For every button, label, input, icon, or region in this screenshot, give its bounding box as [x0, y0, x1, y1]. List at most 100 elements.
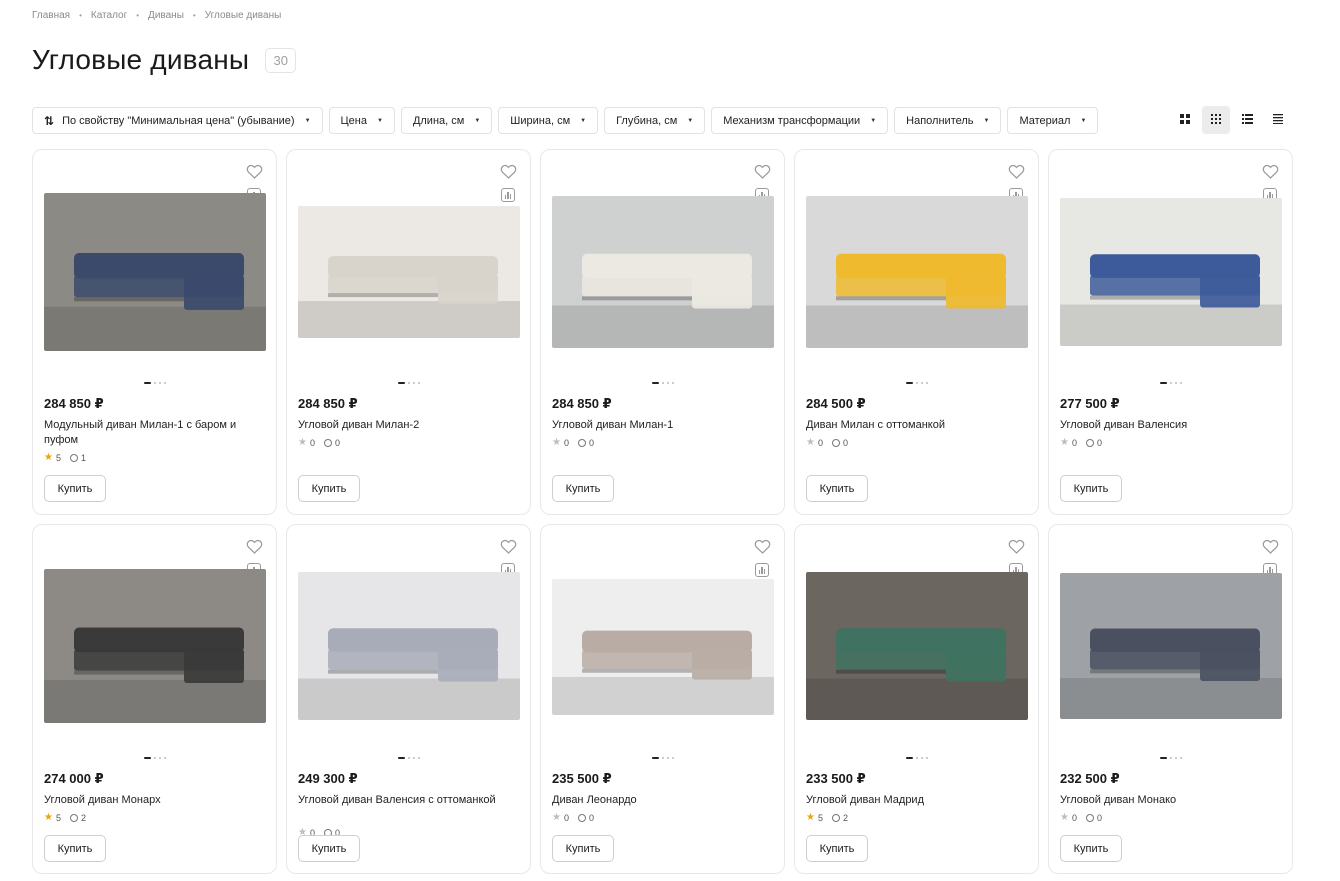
- buy-button[interactable]: Купить: [806, 835, 868, 862]
- buy-button[interactable]: Купить: [806, 475, 868, 502]
- product-image[interactable]: [806, 196, 1028, 348]
- reviews-count: 0: [842, 437, 848, 448]
- product-card[interactable]: 233 500 ₽ Угловой диван Мадрид ★ 5 2 Купить: [794, 524, 1039, 874]
- product-image[interactable]: [1060, 573, 1282, 719]
- product-card[interactable]: 284 500 ₽ Диван Милан с оттоманкой ★ 0 0 Купи…: [794, 149, 1039, 515]
- filter-label: Цена: [340, 114, 367, 127]
- product-card[interactable]: 235 500 ₽ Диван Леонардо ★ 0 0 Купить: [540, 524, 785, 874]
- image-carousel-dots[interactable]: [905, 757, 928, 759]
- favorite-heart-icon[interactable]: [1008, 164, 1025, 179]
- favorite-heart-icon[interactable]: [500, 164, 517, 179]
- buy-button[interactable]: Купить: [44, 475, 106, 502]
- comment-icon: [69, 453, 78, 462]
- favorite-heart-icon[interactable]: [500, 539, 517, 554]
- product-name[interactable]: Модульный диван Милан-1 с баром и пуфом: [44, 418, 256, 448]
- breadcrumb-home[interactable]: Главная: [32, 10, 70, 21]
- product-name[interactable]: Угловой диван Монарх: [44, 793, 256, 808]
- buy-button[interactable]: Купить: [44, 835, 106, 862]
- comment-icon: [323, 438, 332, 447]
- favorite-heart-icon[interactable]: [246, 539, 263, 554]
- product-name[interactable]: Угловой диван Монако: [1060, 793, 1272, 808]
- page-title: Угловые диваны: [32, 44, 250, 75]
- breadcrumb-separator: •: [136, 11, 140, 20]
- favorite-heart-icon[interactable]: [754, 539, 771, 554]
- compact-list-view-button[interactable]: [1264, 106, 1292, 134]
- product-name[interactable]: Угловой диван Мадрид: [806, 793, 1018, 808]
- image-carousel-dots[interactable]: [143, 757, 166, 759]
- buy-button[interactable]: Купить: [298, 835, 360, 862]
- buy-button[interactable]: Купить: [552, 475, 614, 502]
- image-carousel-dots[interactable]: [397, 757, 420, 759]
- image-carousel-dots[interactable]: [143, 382, 166, 384]
- product-name[interactable]: Угловой диван Милан-1: [552, 418, 764, 433]
- product-name[interactable]: Угловой диван Валенсия с оттоманкой: [298, 793, 510, 808]
- buy-button[interactable]: Купить: [1060, 835, 1122, 862]
- compare-chart-icon[interactable]: [501, 188, 515, 202]
- favorite-heart-icon[interactable]: [246, 164, 263, 179]
- filter-dropdown[interactable]: Материал ▼: [1007, 107, 1099, 134]
- breadcrumb-sofas[interactable]: Диваны: [148, 10, 184, 21]
- rating-value: 5: [817, 812, 823, 823]
- product-image[interactable]: [552, 196, 774, 348]
- filter-label: Ширина, см: [510, 114, 571, 127]
- star-icon: ★: [44, 452, 53, 463]
- product-name[interactable]: Угловой диван Валенсия: [1060, 418, 1272, 433]
- grid-small-icon: [1211, 111, 1221, 129]
- favorite-heart-icon[interactable]: [1262, 164, 1279, 179]
- sort-dropdown[interactable]: ⇅ По свойству "Минимальная цена" (убывани…: [32, 107, 323, 134]
- buy-button[interactable]: Купить: [1060, 475, 1122, 502]
- compare-chart-icon[interactable]: [755, 563, 769, 577]
- filter-dropdown[interactable]: Ширина, см ▼: [498, 107, 599, 134]
- comment-icon: [69, 813, 78, 822]
- filter-dropdown[interactable]: Механизм трансформации ▼: [711, 107, 889, 134]
- product-card[interactable]: 277 500 ₽ Угловой диван Валенсия ★ 0 0 Купить: [1048, 149, 1293, 515]
- reviews-count: 2: [80, 812, 86, 823]
- list-icon: [1241, 111, 1253, 129]
- product-meta: ★ 0 0: [298, 437, 340, 448]
- breadcrumb: Главная • Каталог • Диваны • Угловые див…: [32, 10, 281, 21]
- product-image[interactable]: [552, 579, 774, 715]
- image-carousel-dots[interactable]: [651, 382, 674, 384]
- rating-value: 0: [309, 437, 315, 448]
- list-view-button[interactable]: [1233, 106, 1261, 134]
- product-image[interactable]: [298, 572, 520, 720]
- product-name[interactable]: Диван Милан с оттоманкой: [806, 418, 1018, 433]
- reviews-count: 0: [334, 437, 340, 448]
- image-carousel-dots[interactable]: [1159, 757, 1182, 759]
- product-card[interactable]: 284 850 ₽ Угловой диван Милан-1 ★ 0 0 Купить: [540, 149, 785, 515]
- filter-dropdown[interactable]: Длина, см ▼: [400, 107, 493, 134]
- image-carousel-dots[interactable]: [651, 757, 674, 759]
- product-image[interactable]: [1060, 198, 1282, 346]
- favorite-heart-icon[interactable]: [1008, 539, 1025, 554]
- filter-dropdown[interactable]: Цена ▼: [328, 107, 395, 134]
- product-image[interactable]: [44, 193, 266, 351]
- star-icon: ★: [1060, 437, 1069, 448]
- filter-dropdown[interactable]: Глубина, см ▼: [604, 107, 706, 134]
- favorite-heart-icon[interactable]: [1262, 539, 1279, 554]
- product-card[interactable]: 284 850 ₽ Угловой диван Милан-2 ★ 0 0 Купить: [286, 149, 531, 515]
- grid-small-view-button[interactable]: [1202, 106, 1230, 134]
- caret-down-icon: ▼: [304, 117, 311, 124]
- product-name[interactable]: Угловой диван Милан-2: [298, 418, 510, 433]
- product-card[interactable]: 274 000 ₽ Угловой диван Монарх ★ 5 2 Купить: [32, 524, 277, 874]
- product-card[interactable]: 284 850 ₽ Модульный диван Милан-1 с баром…: [32, 149, 277, 515]
- grid-large-view-button[interactable]: [1171, 106, 1199, 134]
- reviews-count: 0: [1096, 437, 1102, 448]
- image-carousel-dots[interactable]: [905, 382, 928, 384]
- filter-dropdown[interactable]: Наполнитель ▼: [894, 107, 1002, 134]
- product-image[interactable]: [806, 572, 1028, 720]
- breadcrumb-catalog[interactable]: Каталог: [91, 10, 127, 21]
- buy-button[interactable]: Купить: [552, 835, 614, 862]
- product-name[interactable]: Диван Леонардо: [552, 793, 764, 808]
- product-image[interactable]: [44, 569, 266, 723]
- product-meta: ★ 0 0: [806, 437, 848, 448]
- image-carousel-dots[interactable]: [1159, 382, 1182, 384]
- image-carousel-dots[interactable]: [397, 382, 420, 384]
- breadcrumb-separator: •: [192, 11, 196, 20]
- product-card[interactable]: 249 300 ₽ Угловой диван Валенсия с оттома…: [286, 524, 531, 874]
- product-price: 284 850 ₽: [552, 396, 612, 411]
- buy-button[interactable]: Купить: [298, 475, 360, 502]
- favorite-heart-icon[interactable]: [754, 164, 771, 179]
- product-image[interactable]: [298, 206, 520, 338]
- product-card[interactable]: 232 500 ₽ Угловой диван Монако ★ 0 0 Купить: [1048, 524, 1293, 874]
